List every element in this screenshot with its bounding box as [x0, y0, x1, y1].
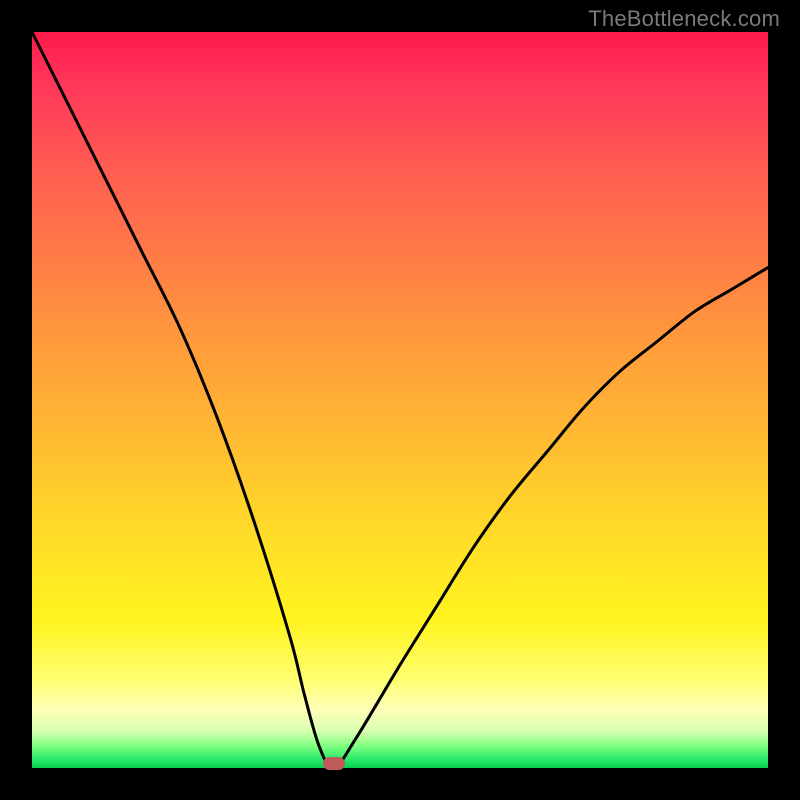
bottleneck-curve — [32, 32, 768, 768]
plot-area — [32, 32, 768, 768]
optimum-marker — [323, 757, 345, 770]
chart-frame: TheBottleneck.com — [0, 0, 800, 800]
watermark-text: TheBottleneck.com — [588, 6, 780, 32]
